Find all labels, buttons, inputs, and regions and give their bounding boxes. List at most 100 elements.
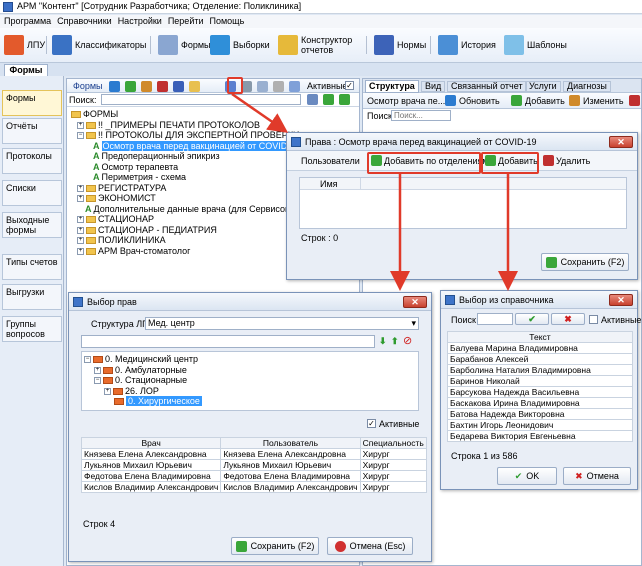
refresh-button[interactable]: Обновить bbox=[459, 96, 500, 106]
cut-icon[interactable] bbox=[273, 81, 284, 92]
active-checkbox[interactable]: ✓ bbox=[345, 81, 354, 90]
active-checkbox[interactable] bbox=[589, 315, 598, 324]
list-item[interactable]: Бедарева Виктория Евгеньевна bbox=[447, 430, 633, 442]
table-row[interactable]: Князева Елена Александровна Князева Елена… bbox=[80, 448, 427, 460]
list-item[interactable]: Баскакова Ирина Владимировна bbox=[447, 397, 633, 409]
delete-button[interactable]: Удалить bbox=[556, 156, 590, 166]
list-item[interactable]: Баринов Николай bbox=[447, 375, 633, 387]
active-label: Активные bbox=[379, 419, 420, 429]
column-doctor[interactable]: Врач bbox=[80, 437, 222, 449]
sidebar-item-lists[interactable]: Списки bbox=[2, 180, 62, 206]
list-item[interactable]: Барболина Наталия Владимировна bbox=[447, 364, 633, 376]
column-user[interactable]: Пользователь bbox=[220, 437, 361, 449]
search-confirm-button[interactable]: ✔ bbox=[515, 313, 549, 325]
tab-structure[interactable]: Структура bbox=[365, 80, 419, 93]
paste-icon[interactable] bbox=[289, 81, 300, 92]
edit-button[interactable]: Изменить bbox=[583, 96, 624, 106]
save-icon[interactable] bbox=[173, 81, 184, 92]
table-row[interactable]: Кислов Владимир Александрович Кислов Влад… bbox=[80, 481, 427, 493]
tree-item[interactable]: +26. ЛОР bbox=[84, 386, 416, 397]
rights-dialog-title: Права : Осмотр врача перед вакцинацией о… bbox=[305, 137, 537, 147]
sidebar-item-protocols[interactable]: Протоколы bbox=[2, 148, 62, 174]
menu-references[interactable]: Справочники bbox=[57, 16, 112, 26]
table-row[interactable]: Федотова Елена Владимировна Федотова Елен… bbox=[80, 470, 427, 482]
edit-icon[interactable] bbox=[141, 81, 152, 92]
tab-linked-report[interactable]: Связанный отчет bbox=[447, 81, 527, 92]
menu-program[interactable]: Программа bbox=[4, 16, 51, 26]
clear-icon[interactable]: ⊘ bbox=[403, 334, 412, 347]
table-row[interactable]: Лукьянов Михаил Юрьевич Лукьянов Михаил Ю… bbox=[80, 459, 427, 471]
norms-button[interactable]: Нормы bbox=[374, 34, 426, 56]
department-icon bbox=[114, 398, 124, 406]
menu-help[interactable]: Помощь bbox=[210, 16, 245, 26]
selections-button[interactable]: Выборки bbox=[210, 34, 270, 56]
save-button[interactable]: Сохранить (F2) bbox=[231, 537, 319, 555]
close-icon[interactable]: ✕ bbox=[609, 136, 633, 148]
cross-icon: ✖ bbox=[564, 313, 572, 324]
tree-folder[interactable]: +!! _ПРИМЕРЫ ПЕЧАТИ ПРОТОКОЛОВ bbox=[71, 120, 355, 131]
copy-icon[interactable] bbox=[257, 81, 268, 92]
templates-button[interactable]: Шаблоны bbox=[504, 34, 567, 56]
folder-icon[interactable] bbox=[189, 81, 200, 92]
reference-search-input[interactable] bbox=[477, 313, 513, 325]
tree-item[interactable]: +0. Амбулаторные bbox=[84, 365, 416, 376]
arrow-down-icon[interactable]: ⬇ bbox=[379, 336, 387, 347]
save-button[interactable]: Сохранить (F2) bbox=[541, 253, 629, 271]
add-button[interactable]: Добавить bbox=[525, 96, 565, 106]
delete-icon[interactable] bbox=[629, 95, 640, 106]
classifiers-button[interactable]: Классификаторы bbox=[52, 34, 146, 56]
list-item[interactable]: Барабанов Алексей bbox=[447, 353, 633, 365]
sidebar-item-question-groups[interactable]: Группы вопросов bbox=[2, 316, 62, 342]
column-specialty[interactable]: Специальность bbox=[359, 437, 427, 449]
menu-settings[interactable]: Настройки bbox=[118, 16, 162, 26]
tree-item[interactable]: −0. Стационарные bbox=[84, 375, 416, 386]
structure-search-input[interactable] bbox=[391, 110, 451, 121]
close-icon[interactable]: ✕ bbox=[403, 296, 427, 308]
delete-icon[interactable] bbox=[157, 81, 168, 92]
add-icon[interactable] bbox=[125, 81, 136, 92]
sidebar-item-forms[interactable]: Формы bbox=[2, 90, 62, 116]
history-button[interactable]: История bbox=[438, 34, 496, 56]
menu-go[interactable]: Перейти bbox=[168, 16, 204, 26]
sidebar-item-exports[interactable]: Выгрузки bbox=[2, 284, 62, 310]
tab-diagnoses[interactable]: Диагнозы bbox=[563, 81, 611, 92]
active-checkbox[interactable]: ✓ bbox=[367, 419, 376, 428]
tree-item[interactable]: −0. Медицинский центр bbox=[84, 354, 416, 365]
list-item[interactable]: Барсукова Надежда Васильевна bbox=[447, 386, 633, 398]
structure-select[interactable]: Мед. центр ▾ bbox=[145, 317, 419, 330]
refresh-icon[interactable] bbox=[109, 81, 120, 92]
list-item[interactable]: Балуева Марина Владимировна bbox=[447, 342, 633, 354]
cancel-button[interactable]: ✖ Отмена bbox=[563, 467, 631, 485]
tab-users[interactable]: Пользователи bbox=[301, 156, 360, 166]
search-icon[interactable] bbox=[307, 94, 318, 105]
tree-root[interactable]: ФОРМЫ bbox=[71, 109, 355, 120]
tab-forms[interactable]: Формы bbox=[4, 64, 48, 76]
ok-button[interactable]: ✔ OK bbox=[497, 467, 557, 485]
sidebar-item-reports[interactable]: Отчёты bbox=[2, 118, 62, 144]
report-constructor-button[interactable]: Конструктор отчетов bbox=[278, 34, 352, 56]
rights-highlight bbox=[227, 77, 243, 94]
arrow-up-icon[interactable] bbox=[339, 94, 350, 105]
lpu-button[interactable]: ЛПУ bbox=[4, 34, 45, 56]
lpu-icon bbox=[4, 35, 24, 55]
list-item[interactable]: Бахтин Игорь Леонидович bbox=[447, 419, 633, 431]
arrow-down-icon[interactable] bbox=[323, 94, 334, 105]
tab-services[interactable]: Услуги bbox=[525, 81, 561, 92]
close-icon[interactable]: ✕ bbox=[609, 294, 633, 306]
column-text[interactable]: Текст bbox=[447, 331, 633, 343]
sidebar-item-account-types[interactable]: Типы счетов bbox=[2, 254, 62, 280]
list-item[interactable]: Батова Надежда Викторовна bbox=[447, 408, 633, 420]
arrow-up-icon[interactable]: ⬆ bbox=[391, 336, 399, 347]
sidebar-item-output-forms[interactable]: Выходные формы bbox=[2, 212, 62, 238]
tree-item-selected[interactable]: 0. Хирургическое bbox=[84, 396, 416, 407]
document-tabs: Формы bbox=[0, 63, 642, 76]
select-rights-search-input[interactable] bbox=[81, 335, 375, 348]
tab-view[interactable]: Вид bbox=[421, 81, 446, 92]
forms-search-input[interactable] bbox=[101, 94, 301, 105]
forms-button[interactable]: Формы bbox=[158, 34, 211, 56]
folder-icon bbox=[86, 184, 96, 192]
search-clear-button[interactable]: ✖ bbox=[551, 313, 585, 325]
active-label: Активные bbox=[307, 81, 348, 91]
folder-icon bbox=[86, 121, 96, 129]
cancel-button[interactable]: Отмена (Esc) bbox=[327, 537, 413, 555]
